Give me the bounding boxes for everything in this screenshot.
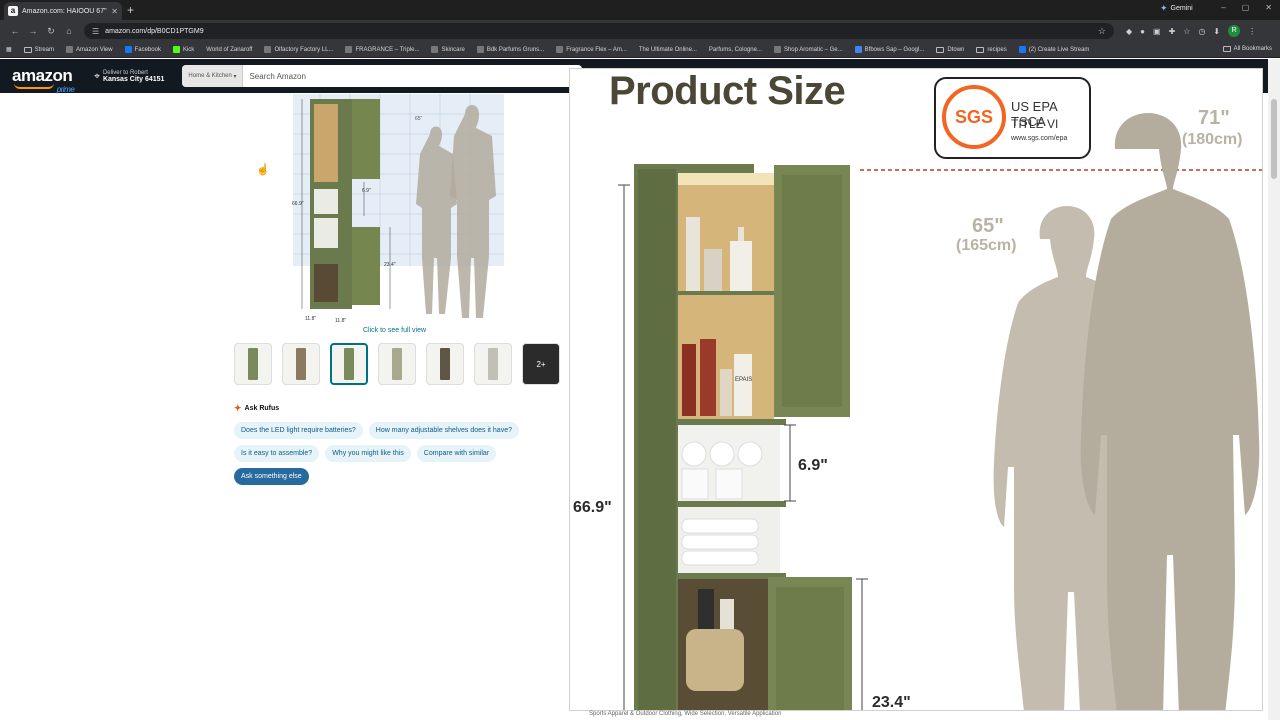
bookmark-item[interactable]: (2) Create Live Stream [1018, 46, 1089, 53]
rufus-question-chip[interactable]: How many adjustable shelves does it have… [368, 422, 519, 439]
rufus-question-chip[interactable]: Why you might like this [325, 445, 411, 462]
url-text: amazon.com/dp/B0CD1PTGM9 [105, 27, 204, 35]
deliver-line2: Kansas City 64151 [102, 75, 165, 83]
browser-tab-strip: a Amazon.com: HAIOOU 67" Tall ✕ + ✦ Gemi… [0, 0, 1280, 20]
man-height-in: 71" [1198, 107, 1230, 129]
reading-list-icon[interactable]: ☆ [1183, 27, 1190, 36]
gemini-icon: ✦ [1160, 3, 1168, 13]
hand-cursor-icon: ☝ [256, 164, 270, 176]
thumbnail[interactable] [378, 343, 416, 385]
bookmark-item[interactable]: Fragrance Flex – Am... [556, 46, 627, 53]
small-dim-depth: 11.8" [335, 318, 346, 324]
bookmark-item[interactable]: Facebook [124, 46, 161, 53]
thumbnail[interactable] [426, 343, 464, 385]
home-icon[interactable]: ⌂ [60, 26, 78, 36]
dim-total-height: 66.9" [573, 499, 612, 516]
page-scrollbar[interactable] [1268, 59, 1280, 720]
thumbnail[interactable] [474, 343, 512, 385]
puzzle-icon[interactable]: ✚ [1169, 27, 1176, 36]
dim-lower-height: 23.4" [872, 694, 911, 711]
new-tab-icon[interactable]: + [127, 3, 134, 17]
small-dim-shelf: 6.9" [362, 188, 371, 194]
search-category-dropdown[interactable]: Home & Kitchen ▾ [182, 65, 244, 87]
rufus-question-chip[interactable]: Does the LED light require batteries? [234, 422, 363, 439]
ask-something-else-button[interactable]: Ask something else [234, 468, 309, 485]
thumbnail[interactable] [282, 343, 320, 385]
bookmark-item[interactable]: Kick [172, 46, 194, 53]
bookmark-item[interactable]: recipes [976, 46, 1007, 53]
extension-icon[interactable]: ◆ [1126, 27, 1132, 36]
bookmark-item[interactable]: Olfactory Factory LL... [264, 46, 333, 53]
bookmark-item[interactable]: Stream [23, 46, 54, 53]
bookmark-item[interactable]: Dtown [936, 46, 964, 53]
apps-icon[interactable]: ▦ [6, 46, 12, 53]
amazon-search: Home & Kitchen ▾ Search Amazon [182, 65, 583, 87]
bookmark-item[interactable]: FRAGRANCE – Triple... [345, 46, 419, 53]
click-full-view-link[interactable]: Click to see full view [363, 327, 426, 334]
reload-icon[interactable]: ↻ [42, 26, 60, 37]
downloads-icon[interactable]: ⬇ [1213, 27, 1220, 36]
extension-icon[interactable]: ▣ [1153, 27, 1161, 36]
bookmark-item[interactable]: Bfbows Sap – Googl... [854, 46, 924, 53]
woman-height-cm: (165cm) [956, 237, 1017, 254]
rufus-question-chip[interactable]: Compare with similar [416, 445, 497, 462]
search-input[interactable]: Search Amazon [243, 65, 305, 87]
site-info-icon[interactable]: ☰ [92, 27, 99, 36]
extensions-bar: ◆ ● ▣ ✚ ☆ ◷ ⬇ R ⋮ [1126, 25, 1256, 37]
maximize-icon[interactable]: ▢ [1242, 3, 1250, 12]
bookmark-item[interactable]: Shop Aromatic – Ge... [773, 46, 843, 53]
bookmark-star-icon[interactable]: ☆ [1098, 26, 1106, 37]
thumbnail-more[interactable]: 2+ [522, 343, 560, 385]
minimize-icon[interactable]: – [1221, 3, 1225, 12]
bookmark-item[interactable]: Skincare [431, 46, 465, 53]
history-icon[interactable]: ◷ [1198, 27, 1205, 36]
back-icon[interactable]: ← [6, 26, 24, 36]
small-dim-lower: 23.4" [384, 262, 396, 268]
close-window-icon[interactable]: ✕ [1265, 3, 1272, 12]
bookmark-item[interactable]: World of Zanaroff [206, 47, 252, 53]
product-size-illustration: EPAIS [618, 113, 1262, 710]
ask-rufus-panel: ✦ Ask Rufus Does the LED light require b… [234, 403, 554, 485]
small-person-height: 65" [415, 116, 423, 122]
close-tab-icon[interactable]: ✕ [111, 7, 118, 16]
bookmark-item[interactable]: The Ultimate Online... [639, 47, 697, 53]
tab-title: Amazon.com: HAIOOU 67" Tall [22, 7, 108, 15]
location-pin-icon: ⌖ [94, 70, 100, 82]
bottle-label: EPAIS [735, 377, 752, 383]
rufus-sparkle-icon: ✦ [234, 403, 242, 413]
zoomed-product-image[interactable]: Product Size SGS US EPA TSCA TITLE VI ww… [569, 68, 1263, 711]
all-bookmarks[interactable]: All Bookmarks [1222, 46, 1272, 52]
thumbnail-strip: 2+ [234, 343, 560, 385]
small-dim-total: 66.9" [292, 201, 304, 207]
forward-icon[interactable]: → [24, 26, 42, 36]
product-main-image[interactable]: 66.9" 6.9" 23.4" 11.8" 11.8" 65" [290, 94, 510, 324]
menu-icon[interactable]: ⋮ [1248, 27, 1256, 36]
thumbnail[interactable] [234, 343, 272, 385]
amazon-smile-icon [14, 83, 54, 89]
amazon-logo[interactable]: amazon prime [12, 67, 75, 94]
url-input[interactable]: ☰ amazon.com/dp/B0CD1PTGM9 ☆ [84, 23, 1114, 39]
extension-icon[interactable]: ● [1140, 27, 1145, 36]
bookmark-item[interactable]: Bdk Parfums Gruns... [476, 46, 544, 53]
dim-shelf-height: 6.9" [798, 457, 828, 474]
tab-gemini[interactable]: ✦ Gemini [1160, 3, 1193, 14]
bookmarks-bar: ▦ Stream Amazon View Facebook Kick World… [0, 42, 1280, 58]
bookmark-item[interactable]: Amazon View [66, 46, 113, 53]
rufus-question-chip[interactable]: Is it easy to assemble? [234, 445, 320, 462]
small-dim-width: 11.8" [305, 316, 316, 322]
profile-avatar[interactable]: R [1228, 25, 1241, 37]
man-height-cm: (180cm) [1182, 131, 1243, 148]
gemini-label: Gemini [1170, 5, 1193, 12]
thumbnail-selected[interactable] [330, 343, 368, 385]
amazon-favicon-icon: a [8, 6, 18, 16]
woman-height-in: 65" [972, 215, 1004, 237]
page-footer-text: Sports Apparel & Outdoor Clothing, Wide … [569, 711, 1263, 720]
bookmark-item[interactable]: Parfums, Cologne... [709, 47, 762, 53]
tab-amazon[interactable]: a Amazon.com: HAIOOU 67" Tall ✕ [4, 2, 122, 20]
rufus-title: Ask Rufus [244, 405, 280, 412]
address-bar: ← → ↻ ⌂ ☰ amazon.com/dp/B0CD1PTGM9 ☆ ◆ ●… [0, 20, 1280, 42]
prime-label: prime [56, 85, 75, 94]
window-controls: – ▢ ✕ [1221, 3, 1272, 12]
deliver-to[interactable]: ⌖ Deliver to Robert Kansas City 64151 [94, 70, 164, 83]
